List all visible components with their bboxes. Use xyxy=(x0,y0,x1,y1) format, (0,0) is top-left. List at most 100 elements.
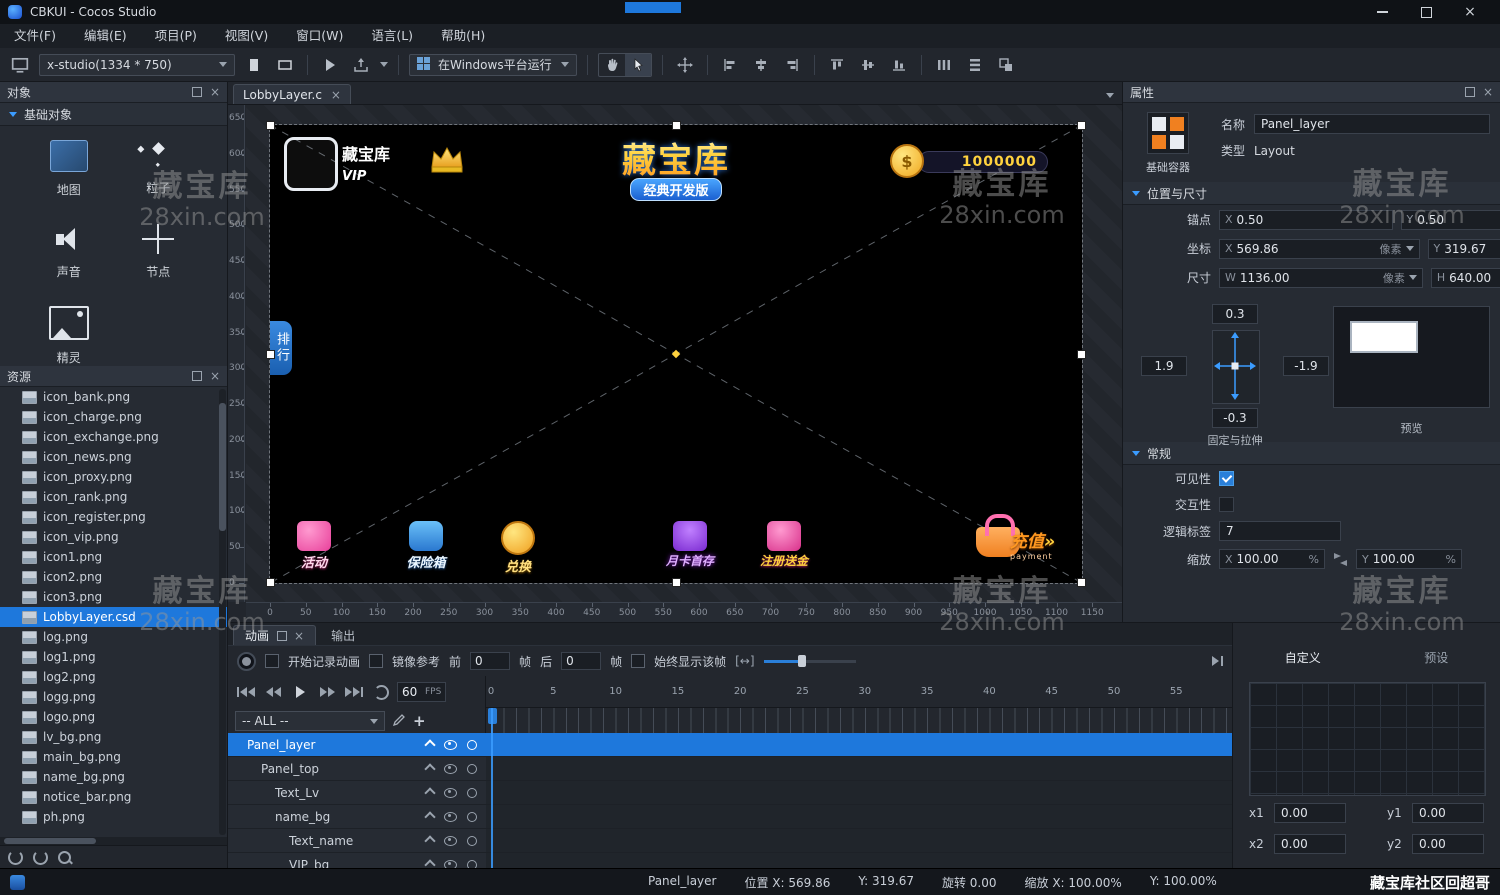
close-panel-icon[interactable]: × xyxy=(210,85,220,99)
float-panel-icon[interactable] xyxy=(192,371,202,381)
menu-item[interactable]: 编辑(E) xyxy=(70,24,141,48)
timeline-layer-row[interactable]: Text_name xyxy=(228,829,1232,853)
canvas-viewport[interactable]: 藏宝库 VIP 藏宝库 经典开发版 1000000 xyxy=(246,105,1122,602)
unit-dropdown-icon[interactable] xyxy=(1409,275,1417,280)
run-target-select[interactable]: 在Windows平台运行 xyxy=(409,54,577,76)
unit-dropdown-icon[interactable] xyxy=(1406,246,1414,251)
frame-tick-area[interactable] xyxy=(486,708,1232,734)
resize-handle[interactable] xyxy=(266,578,275,587)
resource-item[interactable]: icon_vip.png xyxy=(0,527,227,547)
object-item[interactable]: 声音 xyxy=(24,224,114,280)
add-animation-icon[interactable]: + xyxy=(413,712,426,730)
fps-input[interactable] xyxy=(402,685,422,699)
timeline-layer-row[interactable]: Panel_layer xyxy=(228,733,1232,757)
resource-item[interactable]: icon1.png xyxy=(0,547,227,567)
resource-item[interactable]: icon_rank.png xyxy=(0,487,227,507)
avatar-frame[interactable] xyxy=(284,137,338,191)
timeline-layer-row[interactable]: Text_Lv xyxy=(228,781,1232,805)
resource-item[interactable]: icon_bank.png xyxy=(0,387,227,407)
align-hcenter-icon[interactable] xyxy=(749,53,773,77)
tag-input[interactable] xyxy=(1219,521,1341,541)
coin-icon[interactable]: $ xyxy=(890,144,924,178)
resource-item[interactable]: name_bg.png xyxy=(0,767,227,787)
menu-item[interactable]: 帮助(H) xyxy=(427,24,499,48)
maximize-button[interactable] xyxy=(1404,0,1448,24)
resource-item[interactable]: icon_news.png xyxy=(0,447,227,467)
go-to-end-icon[interactable] xyxy=(343,682,365,702)
object-item[interactable]: 精灵 xyxy=(24,306,114,366)
tab-list-icon[interactable] xyxy=(1106,93,1114,98)
keyframe-icon[interactable] xyxy=(467,788,477,798)
collapse-icon[interactable] xyxy=(424,811,435,822)
y2-input[interactable] xyxy=(1412,834,1484,854)
frame-ruler[interactable]: 0510152025303540455055 xyxy=(486,676,1232,708)
collapse-icon[interactable] xyxy=(424,859,435,868)
layer-track[interactable] xyxy=(486,757,1232,780)
coord-y-input[interactable] xyxy=(1444,242,1500,256)
layer-filter-select[interactable]: -- ALL -- xyxy=(235,711,385,731)
scale-y-input[interactable] xyxy=(1373,552,1442,566)
resource-item[interactable]: LobbyLayer.csd xyxy=(0,607,227,627)
next-frame-icon[interactable] xyxy=(316,682,338,702)
layer-track[interactable] xyxy=(486,733,1232,756)
resource-item[interactable]: logg.png xyxy=(0,687,227,707)
resource-item[interactable]: icon_register.png xyxy=(0,507,227,527)
coord-x-input[interactable] xyxy=(1237,242,1376,256)
visible-checkbox[interactable] xyxy=(1219,471,1234,486)
always-show-checkbox[interactable] xyxy=(631,654,645,668)
resource-hscrollbar[interactable] xyxy=(0,837,227,845)
tab-close-icon[interactable]: × xyxy=(331,89,341,101)
timeline-layer-row[interactable]: Panel_top xyxy=(228,757,1232,781)
size-w-input[interactable] xyxy=(1240,271,1379,285)
layer-track[interactable] xyxy=(486,805,1232,828)
crown-icon[interactable] xyxy=(428,145,466,178)
resource-item[interactable]: logo.png xyxy=(0,707,227,727)
resource-item[interactable]: log1.png xyxy=(0,647,227,667)
zoom-slider[interactable] xyxy=(764,654,856,668)
lobby-button[interactable]: 注册送金 xyxy=(748,521,820,569)
x1-input[interactable] xyxy=(1274,803,1346,823)
keyframe-icon[interactable] xyxy=(467,836,477,846)
resource-item[interactable]: icon2.png xyxy=(0,567,227,587)
anchor-cross-widget[interactable] xyxy=(1212,330,1260,404)
layer-track[interactable] xyxy=(486,781,1232,804)
select-tool-icon[interactable] xyxy=(625,54,651,76)
lobby-button[interactable]: 保险箱 xyxy=(390,521,462,571)
size-h-input[interactable] xyxy=(1449,271,1500,285)
resize-handle[interactable] xyxy=(672,578,681,587)
name-input[interactable] xyxy=(1254,114,1490,134)
close-button[interactable]: × xyxy=(1448,0,1492,24)
menu-item[interactable]: 项目(P) xyxy=(141,24,211,48)
resize-handle[interactable] xyxy=(672,121,681,130)
collapse-icon[interactable] xyxy=(424,787,435,798)
link-scale-icon[interactable] xyxy=(1333,553,1348,566)
keyframe-icon[interactable] xyxy=(467,764,477,774)
keyframe-icon[interactable] xyxy=(467,740,477,750)
tab-preset-curve[interactable]: 预设 xyxy=(1414,647,1458,668)
same-size-icon[interactable] xyxy=(994,53,1018,77)
scrollbar-thumb[interactable] xyxy=(4,838,96,844)
align-vcenter-icon[interactable] xyxy=(856,53,880,77)
visibility-icon[interactable] xyxy=(444,836,457,846)
sync-icon[interactable] xyxy=(33,850,48,865)
keyframe-icon[interactable] xyxy=(467,860,477,869)
align-right-icon[interactable] xyxy=(780,53,804,77)
stretch-right-input[interactable] xyxy=(1283,356,1329,376)
close-panel-icon[interactable]: × xyxy=(210,369,220,383)
resolution-select[interactable]: x-studio(1334 * 750) xyxy=(39,54,235,76)
layer-track[interactable] xyxy=(486,829,1232,852)
go-to-start-icon[interactable] xyxy=(235,682,257,702)
layer-track[interactable] xyxy=(486,853,1232,868)
float-panel-icon[interactable] xyxy=(277,631,287,641)
y1-input[interactable] xyxy=(1412,803,1484,823)
resize-handle[interactable] xyxy=(1077,578,1086,587)
refresh-icon[interactable] xyxy=(8,850,23,865)
coin-amount-bar[interactable]: 1000000 xyxy=(918,151,1048,173)
move-tool-icon[interactable] xyxy=(673,53,697,77)
collapse-icon[interactable] xyxy=(424,739,435,750)
mirror-checkbox[interactable] xyxy=(369,654,383,668)
distribute-h-icon[interactable] xyxy=(932,53,956,77)
object-item[interactable]: 粒子 xyxy=(114,140,204,198)
close-panel-icon[interactable]: × xyxy=(294,629,304,643)
resource-item[interactable]: main_bg.png xyxy=(0,747,227,767)
